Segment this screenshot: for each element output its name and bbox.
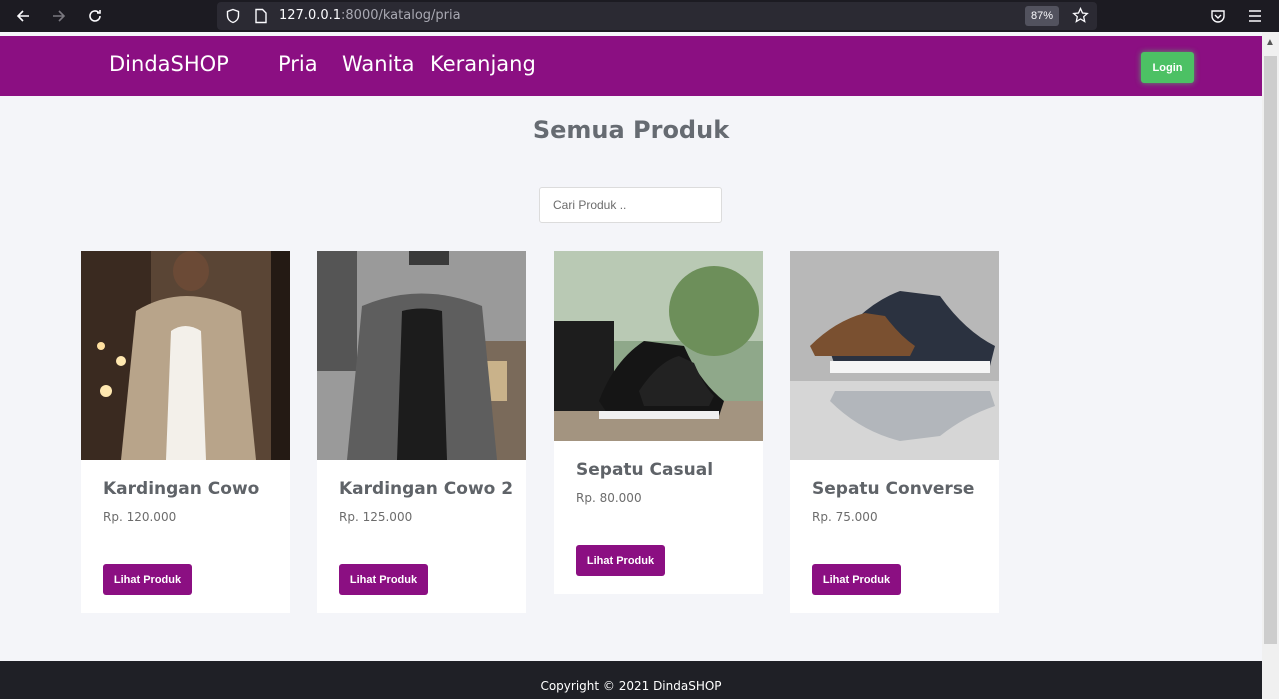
site-navbar: DindaSHOP Pria Wanita Keranjang Login [0, 36, 1262, 96]
login-button[interactable]: Login [1141, 52, 1194, 83]
scrollbar-thumb[interactable] [1264, 56, 1277, 644]
nav-link-keranjang[interactable]: Keranjang [430, 52, 536, 76]
forward-icon[interactable] [47, 4, 71, 28]
site-footer: Copyright © 2021 DindaSHOP [0, 661, 1262, 699]
search-input[interactable] [539, 187, 722, 223]
view-product-button[interactable]: Lihat Produk [339, 564, 428, 595]
product-price: Rp. 120.000 [103, 510, 177, 524]
pocket-icon[interactable] [1210, 8, 1226, 29]
view-product-button[interactable]: Lihat Produk [812, 564, 901, 595]
nav-link-pria[interactable]: Pria [278, 52, 318, 76]
product-card: Kardingan Cowo Rp. 120.000 Lihat Produk [81, 251, 290, 613]
product-price: Rp. 125.000 [339, 510, 413, 524]
nav-link-wanita[interactable]: Wanita [342, 52, 415, 76]
reload-icon[interactable] [83, 4, 107, 28]
url-host: 127.0.0.1 [279, 8, 342, 23]
zoom-level[interactable]: 87% [1025, 6, 1060, 26]
product-card: Kardingan Cowo 2 Rp. 125.000 Lihat Produ… [317, 251, 526, 613]
copyright-text: Copyright © 2021 DindaSHOP [540, 679, 722, 693]
scroll-up-icon[interactable]: ▲ [1265, 37, 1275, 48]
product-name[interactable]: Sepatu Casual [576, 460, 713, 480]
product-price: Rp. 80.000 [576, 491, 642, 505]
back-icon[interactable] [11, 4, 35, 28]
product-name[interactable]: Kardingan Cowo 2 [339, 479, 513, 499]
product-image[interactable] [81, 251, 290, 460]
menu-icon[interactable] [1247, 8, 1263, 29]
view-product-button[interactable]: Lihat Produk [576, 545, 665, 576]
product-image[interactable] [317, 251, 526, 460]
view-product-button[interactable]: Lihat Produk [103, 564, 192, 595]
page: DindaSHOP Pria Wanita Keranjang Login Se… [0, 32, 1262, 699]
product-card: Sepatu Converse Rp. 75.000 Lihat Produk [790, 251, 999, 613]
bookmark-star-icon[interactable] [1072, 6, 1089, 29]
product-image[interactable] [554, 251, 763, 441]
url-path: :8000/katalog/pria [341, 8, 461, 23]
product-name[interactable]: Sepatu Converse [812, 479, 974, 499]
browser-toolbar: 127.0.0.1:8000/katalog/pria 87% [0, 0, 1279, 32]
page-icon[interactable] [254, 8, 268, 29]
shield-icon[interactable] [225, 8, 241, 29]
page-title: Semua Produk [532, 116, 730, 144]
product-price: Rp. 75.000 [812, 510, 878, 524]
product-image[interactable] [790, 251, 999, 460]
url-text[interactable]: 127.0.0.1:8000/katalog/pria [279, 8, 461, 23]
product-card: Sepatu Casual Rp. 80.000 Lihat Produk [554, 251, 763, 594]
address-bar[interactable]: 127.0.0.1:8000/katalog/pria 87% [217, 2, 1097, 30]
brand-logo[interactable]: DindaSHOP [109, 52, 229, 76]
product-name[interactable]: Kardingan Cowo [103, 479, 259, 499]
